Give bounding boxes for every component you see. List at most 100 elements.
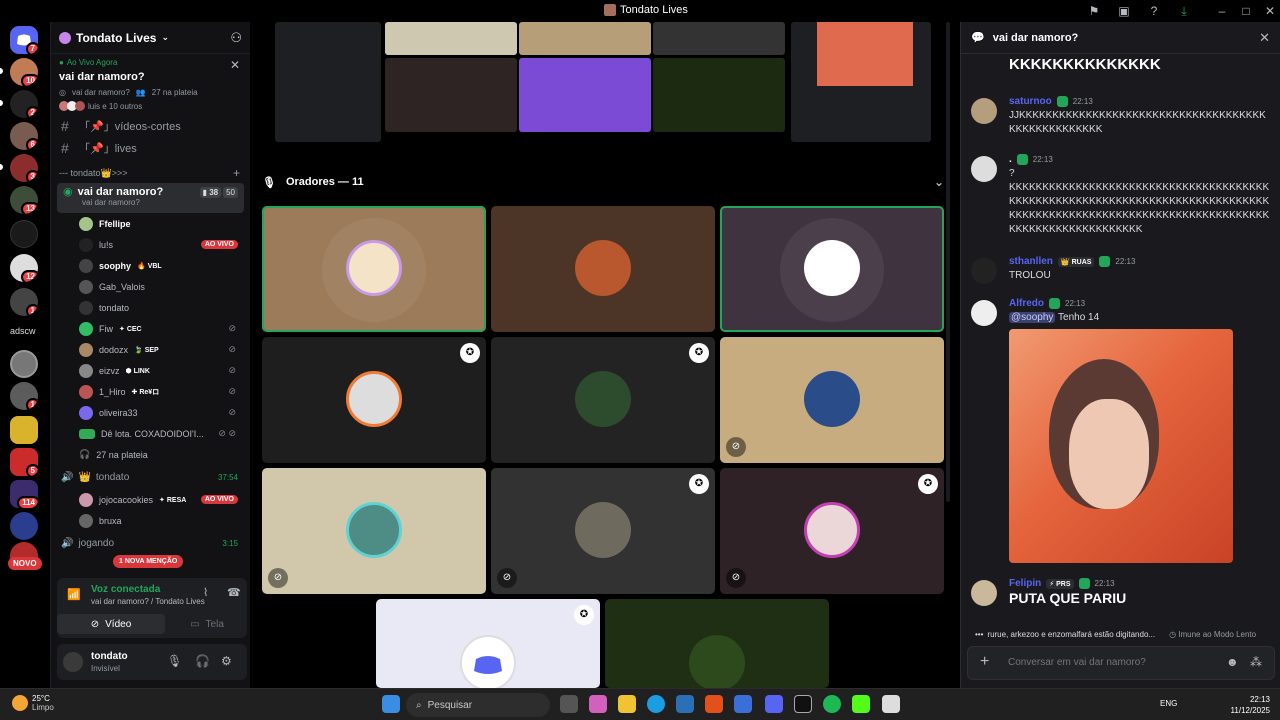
video-tile[interactable] xyxy=(385,58,517,132)
avatar[interactable] xyxy=(63,652,83,672)
new-label[interactable]: NOVO xyxy=(8,557,42,570)
clock[interactable]: 22:13 11/12/2025 xyxy=(1231,694,1270,716)
avatar[interactable] xyxy=(971,258,997,284)
microphone-icon[interactable]: 🎙 xyxy=(167,654,182,668)
weather-widget[interactable]: 25°C Limpo xyxy=(12,694,54,712)
guild-icon[interactable]: 10 xyxy=(10,58,38,86)
speaker-tile[interactable]: ✪ ⊘ xyxy=(720,468,944,594)
video-button[interactable]: ⊘ Vídeo xyxy=(57,614,165,634)
speaker-tile[interactable]: ✪ xyxy=(262,337,486,463)
channel-item[interactable]: # 「📌」vídeos-cortes xyxy=(51,115,250,137)
guild-icon[interactable]: 12 xyxy=(10,254,38,282)
message-author[interactable]: Alfredo xyxy=(1009,298,1044,309)
discord-taskbar-icon[interactable] xyxy=(765,695,783,713)
capcut-icon[interactable] xyxy=(794,695,812,713)
download-icon[interactable]: ⤓ xyxy=(1176,3,1192,19)
guild-icon[interactable]: 13 xyxy=(10,186,38,214)
kick-icon[interactable] xyxy=(852,695,870,713)
new-mention-pill[interactable]: 1 NOVA MENÇÃO xyxy=(113,555,184,568)
emoji-icon[interactable]: ☻ xyxy=(1226,655,1239,669)
voice-channel[interactable]: 🔊 jogando 3:15 xyxy=(51,531,250,555)
noise-suppression-icon[interactable]: ⌇ xyxy=(203,586,208,599)
guild-icon[interactable] xyxy=(10,350,38,378)
minimize-icon[interactable]: – xyxy=(1214,3,1230,19)
speaker-tile[interactable]: ⊘ xyxy=(262,468,486,594)
speaker-tile[interactable]: ⊘ xyxy=(720,337,944,463)
guild-icon[interactable]: 1 xyxy=(10,382,38,410)
audience-row[interactable]: 🎧 27 na plateia xyxy=(51,444,250,465)
category-header[interactable]: --- tondato👑>>> + xyxy=(51,163,250,183)
voice-member[interactable]: lu!s AO VIVO xyxy=(51,234,250,255)
server-header[interactable]: Tondato Lives ⌄ ⚇ xyxy=(51,22,250,54)
app-icon[interactable] xyxy=(882,695,900,713)
speaker-tile[interactable] xyxy=(491,206,715,332)
guild-icon[interactable]: 2 xyxy=(10,90,38,118)
apps-icon[interactable]: ⁂ xyxy=(1250,655,1262,669)
store-icon[interactable] xyxy=(676,695,694,713)
voice-member[interactable]: eizvz ⬢ LINK ⊘ xyxy=(51,360,250,381)
add-channel-icon[interactable]: + xyxy=(233,166,240,180)
copilot-icon[interactable] xyxy=(589,695,607,713)
guild-icon[interactable]: 3 xyxy=(10,154,38,182)
video-tile[interactable] xyxy=(653,22,785,55)
user-mention[interactable]: @soophy xyxy=(1009,312,1056,323)
guild-icon[interactable]: 5 xyxy=(10,448,38,476)
start-icon[interactable] xyxy=(382,695,400,713)
channel-item[interactable]: # 「📌」lives xyxy=(51,137,250,159)
video-tile[interactable] xyxy=(385,22,517,55)
guild-text-label[interactable]: adscw xyxy=(10,326,36,336)
message-author[interactable]: Felipin xyxy=(1009,578,1041,589)
voice-location[interactable]: vai dar namoro? / Tondato Lives xyxy=(91,597,205,606)
voice-channel-active[interactable]: ◉ vai dar namoro? vai dar namoro? ▮ 38 50 xyxy=(57,183,244,213)
disconnect-icon[interactable]: ☎ xyxy=(227,586,241,599)
brave-icon[interactable] xyxy=(705,695,723,713)
chat-input[interactable] xyxy=(1008,657,1208,668)
voice-member[interactable]: 1_Hiro ✚ Re¥ロ ⊘ xyxy=(51,381,250,402)
scrollbar[interactable] xyxy=(946,22,950,502)
spotify-icon[interactable] xyxy=(823,695,841,713)
close-icon[interactable]: ✕ xyxy=(1259,30,1270,46)
screen-icon[interactable]: ▣ xyxy=(1116,3,1132,19)
avatar[interactable] xyxy=(971,580,997,606)
guild-icon[interactable] xyxy=(10,220,38,248)
headphones-icon[interactable]: 🎧 xyxy=(195,654,210,668)
speaker-tile[interactable] xyxy=(262,206,486,332)
edge-icon[interactable] xyxy=(647,695,665,713)
speakers-header[interactable]: 🎙 Oradores — 11 ⌄ xyxy=(262,172,952,192)
screen-share-tile[interactable] xyxy=(275,22,381,142)
screen-share-button[interactable]: ▭ Tela xyxy=(169,614,245,634)
add-member-icon[interactable]: ⚇ xyxy=(230,30,242,46)
message-image[interactable] xyxy=(1009,329,1233,563)
voice-channel[interactable]: 🔊 👑 tondato 37:54 xyxy=(51,465,250,489)
live-now-card[interactable]: ● Ao Vivo Agora vai dar namoro? ◎ vai dar… xyxy=(51,54,250,115)
guild-icon[interactable] xyxy=(10,512,38,540)
speaker-tile[interactable] xyxy=(720,206,944,332)
video-tile[interactable] xyxy=(519,22,651,55)
speaker-tile[interactable] xyxy=(605,599,829,688)
language-indicator[interactable]: ENG xyxy=(1160,699,1177,708)
message-author[interactable]: . xyxy=(1009,154,1012,165)
voice-member[interactable]: Dê lota. COXADOIDOI'I... ⊘ ⊘ xyxy=(51,423,250,444)
voice-member[interactable]: Ffellipe xyxy=(51,213,250,234)
avatar[interactable] xyxy=(971,300,997,326)
voice-member[interactable]: soophy 🔥 VBL xyxy=(51,255,250,276)
voice-member[interactable]: dodozx 🍃 SEP ⊘ xyxy=(51,339,250,360)
settings-gear-icon[interactable]: ⚙ xyxy=(221,654,232,668)
taskbar-search[interactable]: ⌕ Pesquisar xyxy=(406,693,550,717)
voice-member[interactable]: jojocacookies ✦ RESA AO VIVO xyxy=(51,489,250,510)
message-author[interactable]: saturnoo xyxy=(1009,96,1052,107)
outlook-icon[interactable] xyxy=(734,695,752,713)
help-icon[interactable]: ? xyxy=(1146,3,1162,19)
video-tile[interactable] xyxy=(519,58,651,132)
speaker-tile[interactable]: ✪ ⊘ xyxy=(491,468,715,594)
avatar[interactable] xyxy=(971,98,997,124)
voice-member[interactable]: tondato xyxy=(51,297,250,318)
voice-member[interactable]: Gab_Valois xyxy=(51,276,250,297)
discord-home-icon[interactable]: 7 xyxy=(10,26,38,54)
maximize-icon[interactable]: □ xyxy=(1238,3,1254,19)
close-icon[interactable]: ✕ xyxy=(230,58,240,72)
chevron-down-icon[interactable]: ⌄ xyxy=(934,175,944,189)
file-explorer-icon[interactable] xyxy=(618,695,636,713)
username[interactable]: tondato xyxy=(91,651,128,662)
speaker-tile[interactable]: ✪ xyxy=(491,337,715,463)
